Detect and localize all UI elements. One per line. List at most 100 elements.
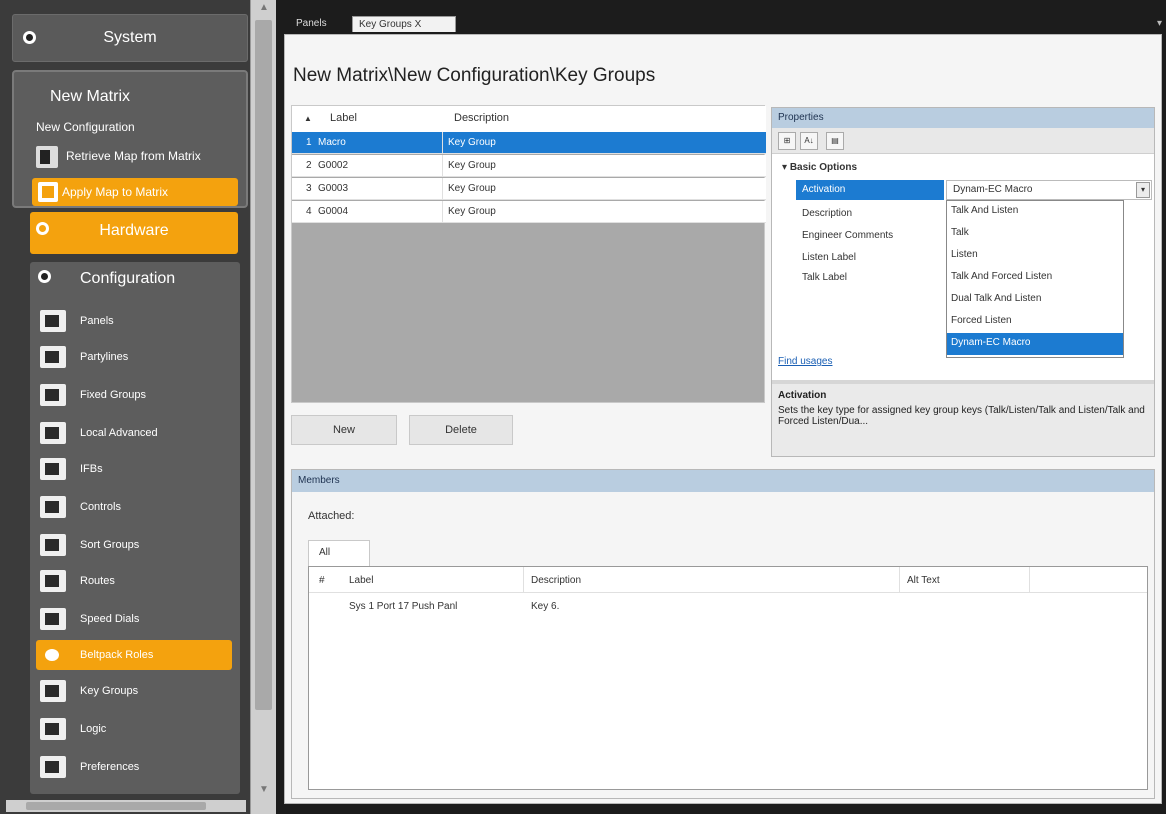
- nav-item-label: Sort Groups: [80, 539, 140, 551]
- attached-label: Attached:: [308, 510, 355, 522]
- property-engineer-comments[interactable]: Engineer Comments: [796, 226, 944, 246]
- tab-key-groups[interactable]: Key Groups X: [352, 16, 456, 32]
- nav-item-label: Routes: [80, 575, 115, 587]
- local-advanced-icon: [40, 422, 66, 444]
- nav-item-fixed-groups[interactable]: Fixed Groups: [36, 380, 232, 410]
- sort-arrow-icon[interactable]: ▲: [304, 114, 312, 123]
- table-row[interactable]: 2 G0002 Key Group: [292, 155, 766, 177]
- nav-item-label: Speed Dials: [80, 613, 140, 625]
- routes-icon: [40, 570, 66, 592]
- nav-item-panels[interactable]: Panels: [36, 306, 232, 336]
- table-row[interactable]: 3 G0003 Key Group: [292, 178, 766, 200]
- nav-item-beltpack-roles[interactable]: Beltpack Roles: [36, 640, 232, 670]
- row-label: G0002: [318, 160, 349, 171]
- close-tab-icon[interactable]: X: [415, 19, 422, 30]
- category-basic-options[interactable]: ▾ Basic Options: [782, 162, 857, 173]
- category-label: Basic Options: [789, 162, 858, 173]
- property-listen-label[interactable]: Listen Label: [796, 248, 944, 268]
- nav-item-label: Beltpack Roles: [80, 649, 154, 661]
- column-separator: [442, 132, 443, 154]
- row-number: 1: [306, 137, 312, 148]
- table-row[interactable]: Sys 1 Port 17 Push Panl Key 6.: [309, 595, 1147, 619]
- apply-map-button[interactable]: Apply Map to Matrix: [32, 178, 238, 206]
- nav-item-key-groups[interactable]: Key Groups: [36, 676, 232, 706]
- scroll-down-icon[interactable]: ▼: [251, 782, 277, 798]
- nav-item-sort-groups[interactable]: Sort Groups: [36, 530, 232, 560]
- nav-horizontal-scrollbar[interactable]: [6, 800, 246, 812]
- nav-scroll-thumb[interactable]: [255, 20, 272, 710]
- configuration-section-header[interactable]: Configuration: [30, 262, 240, 298]
- find-usages-link[interactable]: Find usages: [778, 356, 832, 367]
- new-button[interactable]: New: [291, 415, 397, 445]
- column-header-description[interactable]: Description: [531, 575, 581, 586]
- configuration-name[interactable]: New Configuration: [36, 120, 135, 134]
- nav-item-logic[interactable]: Logic: [36, 714, 232, 744]
- system-section-header[interactable]: System: [12, 14, 248, 62]
- fixed-groups-icon: [40, 384, 66, 406]
- ifbs-icon: [40, 458, 66, 480]
- alphabetical-sort-icon[interactable]: A↓: [800, 132, 818, 150]
- column-separator: [442, 178, 443, 200]
- speed-dials-icon: [40, 608, 66, 630]
- controls-icon: [40, 496, 66, 518]
- member-description: Key 6.: [531, 601, 560, 612]
- row-number: 4: [306, 206, 312, 217]
- dropdown-option[interactable]: Talk And Listen: [947, 201, 1123, 223]
- tab-all[interactable]: All: [308, 540, 370, 566]
- dropdown-option-selected[interactable]: Dynam-EC Macro: [947, 333, 1123, 355]
- column-header-alt-text[interactable]: Alt Text: [907, 575, 940, 586]
- member-label: Sys 1 Port 17 Push Panl: [349, 601, 458, 612]
- matrix-title[interactable]: New Matrix: [50, 88, 130, 106]
- activation-dropdown-list: Talk And Listen Talk Listen Talk And For…: [946, 200, 1124, 358]
- main-frame: Panels Key Groups X ▾ New Matrix\New Con…: [276, 0, 1166, 814]
- property-talk-label[interactable]: Talk Label: [796, 268, 944, 288]
- properties-header: Properties: [772, 108, 1154, 128]
- scroll-up-icon[interactable]: ▲: [251, 0, 277, 16]
- column-header-label[interactable]: Label: [330, 112, 357, 124]
- nav-item-label: IFBs: [80, 463, 103, 475]
- table-row[interactable]: 4 G0004 Key Group: [292, 201, 766, 223]
- retrieve-map-button[interactable]: Retrieve Map from Matrix: [36, 146, 201, 168]
- nav-item-label: Local Advanced: [80, 427, 158, 439]
- retrieve-map-icon: [36, 146, 58, 168]
- system-label: System: [103, 29, 157, 46]
- dropdown-option[interactable]: Talk: [947, 223, 1123, 245]
- nav-item-local-advanced[interactable]: Local Advanced: [36, 418, 232, 448]
- configuration-panel: Configuration Panels Partylines Fixed Gr…: [30, 262, 240, 794]
- document-tabstrip: Panels Key Groups X ▾: [276, 0, 1166, 32]
- dropdown-option[interactable]: Listen: [947, 245, 1123, 267]
- key-groups-grid: ▲ Label Description 1 Macro Key Group 2 …: [291, 105, 766, 403]
- table-row[interactable]: 1 Macro Key Group: [292, 132, 766, 154]
- column-header-number[interactable]: #: [319, 575, 325, 586]
- categorized-view-icon[interactable]: ⊞: [778, 132, 796, 150]
- property-pages-icon[interactable]: ▤: [826, 132, 844, 150]
- nav-item-partylines[interactable]: Partylines: [36, 342, 232, 372]
- property-activation[interactable]: Activation: [796, 180, 944, 200]
- column-separator: [442, 201, 443, 223]
- nav-item-preferences[interactable]: Preferences: [36, 752, 232, 782]
- beltpack-roles-icon: [40, 644, 66, 666]
- chevron-down-icon[interactable]: ▾: [1136, 182, 1150, 198]
- tab-panels[interactable]: Panels: [290, 16, 333, 32]
- activation-select[interactable]: Dynam-EC Macro ▾: [946, 180, 1152, 200]
- nav-item-ifbs[interactable]: IFBs: [36, 454, 232, 484]
- row-description: Key Group: [448, 137, 496, 148]
- property-description[interactable]: Description: [796, 204, 944, 224]
- nav-item-routes[interactable]: Routes: [36, 566, 232, 596]
- nav-item-label: Preferences: [80, 761, 140, 773]
- dropdown-option[interactable]: Talk And Forced Listen: [947, 267, 1123, 289]
- nav-vertical-scrollbar[interactable]: ▲ ▼: [250, 0, 276, 814]
- nav-item-label: Controls: [80, 501, 121, 513]
- nav-item-speed-dials[interactable]: Speed Dials: [36, 604, 232, 634]
- column-header-description[interactable]: Description: [454, 112, 509, 124]
- delete-button[interactable]: Delete: [409, 415, 513, 445]
- nav-hscroll-thumb[interactable]: [26, 802, 206, 810]
- nav-item-controls[interactable]: Controls: [36, 492, 232, 522]
- panels-icon: [40, 310, 66, 332]
- column-header-label[interactable]: Label: [349, 575, 373, 586]
- hardware-section-header[interactable]: Hardware: [30, 212, 238, 254]
- tab-overflow-icon[interactable]: ▾: [1157, 18, 1162, 29]
- dropdown-option[interactable]: Dual Talk And Listen: [947, 289, 1123, 311]
- key-groups-document: New Matrix\New Configuration\Key Groups …: [284, 34, 1162, 804]
- dropdown-option[interactable]: Forced Listen: [947, 311, 1123, 333]
